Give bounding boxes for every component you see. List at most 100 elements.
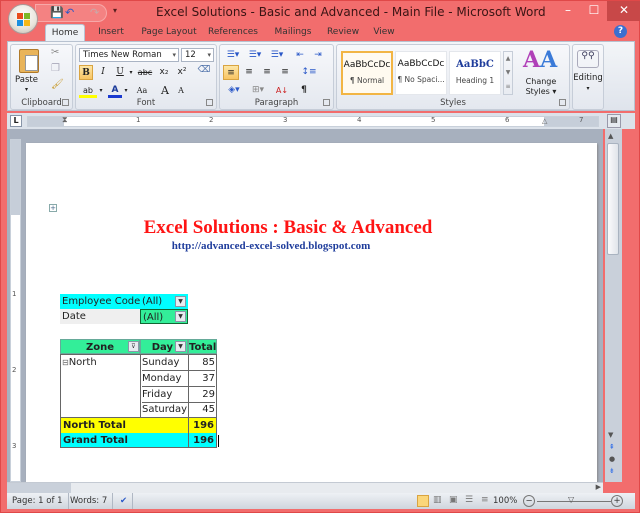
vertical-scrollbar[interactable]: ▲ ▼ ⇞ ● ⇟ xyxy=(605,129,622,482)
clear-formatting-icon[interactable]: ⌫ xyxy=(196,63,212,78)
zoom-slider-thumb[interactable]: ▽ xyxy=(568,495,574,504)
clipboard-launcher-icon[interactable] xyxy=(62,99,69,106)
tab-mailings[interactable]: Mailings xyxy=(271,24,315,41)
indent-marker-icon[interactable]: ⧗ xyxy=(62,115,68,125)
subscript-button[interactable]: x₂ xyxy=(156,65,172,80)
font-launcher-icon[interactable] xyxy=(206,99,213,106)
employee-code-dropdown[interactable]: ▼ xyxy=(175,296,186,307)
zoom-level[interactable]: 100% xyxy=(493,493,517,509)
web-layout-icon[interactable]: ▣ xyxy=(449,495,458,505)
change-case-button[interactable]: Aa xyxy=(132,83,152,98)
highlight-dropdown[interactable]: ▾ xyxy=(97,83,105,98)
outline-icon[interactable]: ☰ xyxy=(465,495,473,505)
sort-icon[interactable]: A↓ xyxy=(273,83,291,98)
underline-dropdown[interactable]: ▾ xyxy=(127,65,135,80)
help-icon[interactable]: ? xyxy=(614,25,627,38)
copy-icon[interactable]: ❐ xyxy=(51,63,60,74)
paragraph-launcher-icon[interactable] xyxy=(323,99,330,106)
show-marks-button[interactable]: ¶ xyxy=(296,83,312,98)
bullets-icon[interactable]: ☰▾ xyxy=(223,48,243,63)
full-screen-reading-icon[interactable]: ▥ xyxy=(433,495,442,505)
close-button[interactable]: ✕ xyxy=(607,1,640,21)
tab-view[interactable]: View xyxy=(369,24,399,41)
tab-page-layout[interactable]: Page Layout xyxy=(139,24,199,41)
vertical-ruler[interactable]: 1 2 3 xyxy=(10,139,21,482)
undo-icon[interactable]: ↶ xyxy=(65,6,74,19)
align-center-icon[interactable]: ≡ xyxy=(241,65,257,80)
italic-button[interactable]: I xyxy=(96,65,110,80)
browse-object-icon[interactable]: ● xyxy=(609,455,615,463)
document-page[interactable]: + Excel Solutions : Basic & Advanced htt… xyxy=(26,143,597,482)
justify-icon[interactable]: ≡ xyxy=(277,65,293,80)
borders-icon[interactable]: ⊞▾ xyxy=(247,83,269,98)
horizontal-scrollbar[interactable]: ◀ ▶ xyxy=(7,482,603,493)
horizontal-ruler[interactable]: ⧗ △ 1 2 3 4 5 6 7 xyxy=(27,115,599,127)
next-page-icon[interactable]: ⇟ xyxy=(609,467,615,475)
bold-button[interactable]: B xyxy=(79,65,93,80)
paste-icon[interactable] xyxy=(19,49,39,73)
tab-selector[interactable]: L xyxy=(10,115,22,127)
page-count[interactable]: Page: 1 of 1 xyxy=(7,493,69,509)
scroll-down-icon[interactable]: ▼ xyxy=(608,431,613,439)
increase-indent-icon[interactable]: ⇥ xyxy=(310,48,326,63)
format-painter-icon[interactable]: 🖌 xyxy=(51,79,64,90)
zoom-in-icon[interactable]: + xyxy=(611,495,623,507)
tab-references[interactable]: References xyxy=(205,24,261,41)
multilevel-list-icon[interactable]: ☰▾ xyxy=(267,48,287,63)
font-size-input[interactable]: 12 ▾ xyxy=(181,48,214,62)
style-no-spacing[interactable]: AaBbCcDc ¶ No Spaci... xyxy=(395,51,447,95)
collapse-icon[interactable]: ⊟ xyxy=(62,358,69,367)
zoom-out-icon[interactable]: − xyxy=(523,495,535,507)
date-dropdown[interactable]: ▼ xyxy=(175,311,186,322)
minimize-button[interactable]: – xyxy=(555,1,581,21)
cut-icon[interactable]: ✂ xyxy=(51,47,59,58)
paste-button[interactable]: Paste xyxy=(15,75,38,85)
maximize-button[interactable]: ☐ xyxy=(581,1,607,21)
decrease-indent-icon[interactable]: ⇤ xyxy=(292,48,308,63)
view-ruler-button[interactable]: ▤ xyxy=(607,114,621,128)
tab-home[interactable]: Home xyxy=(45,24,85,41)
tab-insert[interactable]: Insert xyxy=(91,24,131,41)
scroll-thumb[interactable] xyxy=(607,143,619,255)
table-move-handle-icon[interactable]: + xyxy=(49,204,57,212)
align-right-icon[interactable]: ≡ xyxy=(259,65,275,80)
right-indent-marker-icon[interactable]: △ xyxy=(542,117,547,125)
font-name-input[interactable]: Times New Roman ▾ xyxy=(79,48,179,62)
shrink-font-button[interactable]: A xyxy=(174,83,188,98)
grow-font-button[interactable]: A xyxy=(158,83,172,98)
editing-group[interactable]: ⚲⚲ Editing ▾ xyxy=(572,44,604,110)
font-color-icon[interactable]: A xyxy=(108,83,122,98)
document-url[interactable]: http://advanced-excel-solved.blogspot.co… xyxy=(36,240,506,252)
change-styles-button[interactable]: Change Styles ▾ xyxy=(515,77,567,97)
office-button[interactable] xyxy=(8,4,38,34)
zone-filter-icon[interactable]: ⊽ xyxy=(128,341,139,352)
scroll-right-icon[interactable]: ▶ xyxy=(596,483,601,491)
paragraph-label: Paragraph xyxy=(254,98,299,108)
superscript-button[interactable]: x² xyxy=(174,65,190,80)
strikethrough-button[interactable]: abc xyxy=(136,65,154,80)
zone-north[interactable]: ⊟North xyxy=(62,355,138,370)
print-layout-icon[interactable] xyxy=(417,495,429,507)
proofing-icon[interactable]: ✔ xyxy=(115,493,134,509)
underline-button[interactable]: U xyxy=(113,65,127,80)
day-dropdown[interactable]: ▼ xyxy=(175,341,186,352)
style-heading-1[interactable]: AaBbC Heading 1 xyxy=(449,51,501,95)
styles-launcher-icon[interactable] xyxy=(559,99,566,106)
word-count[interactable]: Words: 7 xyxy=(65,493,114,509)
style-normal[interactable]: AaBbCcDc ¶ Normal xyxy=(341,51,393,95)
tab-review[interactable]: Review xyxy=(325,24,361,41)
align-left-icon[interactable]: ≡ xyxy=(223,65,239,80)
font-color-dropdown[interactable]: ▾ xyxy=(122,83,130,98)
redo-icon[interactable]: ↷ xyxy=(90,6,99,19)
previous-page-icon[interactable]: ⇞ xyxy=(609,443,615,451)
scroll-up-icon[interactable]: ▲ xyxy=(608,132,613,140)
customize-qat-icon[interactable]: ▾ xyxy=(113,6,117,15)
draft-icon[interactable]: ≡ xyxy=(481,495,489,505)
highlight-icon[interactable]: ab xyxy=(79,83,97,98)
line-spacing-icon[interactable]: ↕≡ xyxy=(298,65,320,80)
numbering-icon[interactable]: ☰▾ xyxy=(245,48,265,63)
styles-scroll[interactable]: ▲ ▼ ≡ xyxy=(503,51,513,95)
shading-icon[interactable]: ◈▾ xyxy=(223,83,245,98)
hscroll-thumb[interactable] xyxy=(7,483,71,493)
save-icon[interactable]: 💾 xyxy=(50,6,64,19)
